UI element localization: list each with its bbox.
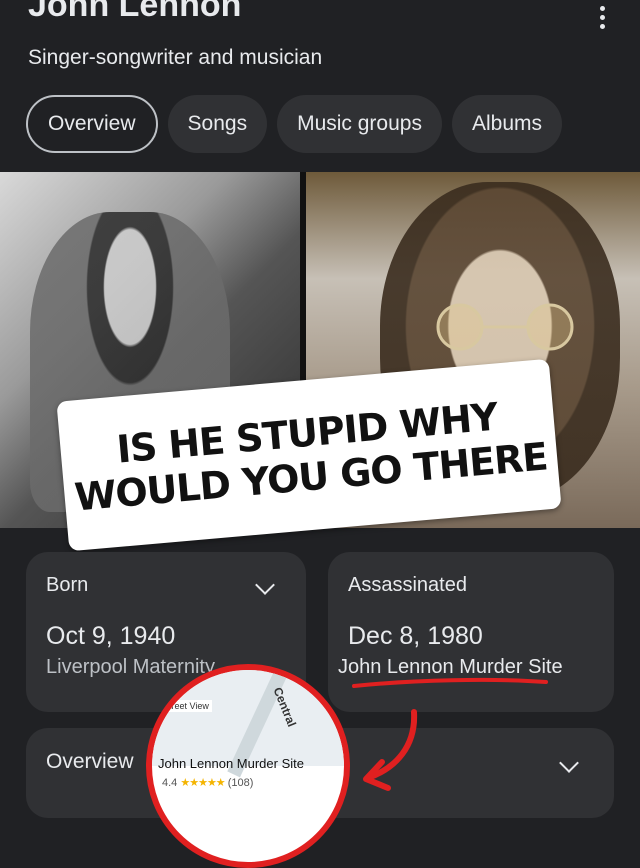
tab-albums[interactable]: Albums <box>451 95 562 153</box>
round-glasses-icon <box>436 303 574 351</box>
chevron-down-icon[interactable] <box>255 575 275 595</box>
assassinated-label: Assassinated <box>348 574 467 596</box>
born-label: Born <box>46 574 89 596</box>
rating-value: 4.4 <box>162 777 178 789</box>
overview-label: Overview <box>46 750 134 773</box>
map-thumbnail[interactable] <box>152 670 344 778</box>
tab-songs[interactable]: Songs <box>167 95 268 153</box>
page-title: John Lennon <box>28 0 242 24</box>
red-underline-annotation <box>352 677 548 688</box>
chevron-down-icon[interactable] <box>559 753 579 773</box>
more-options-icon[interactable] <box>600 6 606 29</box>
street-view-label[interactable]: Street View <box>160 700 212 712</box>
star-rating-icon: ★★★★★ <box>180 777 225 789</box>
tab-overview[interactable]: Overview <box>26 95 158 153</box>
born-date: Oct 9, 1940 <box>46 622 176 650</box>
review-count: (108) <box>227 777 254 789</box>
red-arrow-annotation <box>363 709 418 791</box>
tab-music-groups[interactable]: Music groups <box>277 95 442 153</box>
tab-bar: Overview Songs Music groups Albums <box>26 95 562 153</box>
page-subtitle: Singer-songwriter and musician <box>28 46 323 69</box>
red-circle-annotation: Street View Central John Lennon Murder S… <box>146 664 350 868</box>
map-place-name[interactable]: John Lennon Murder Site <box>158 756 304 771</box>
death-date: Dec 8, 1980 <box>348 622 483 650</box>
map-rating: 4.4 ★★★★★ (108) <box>162 776 253 789</box>
